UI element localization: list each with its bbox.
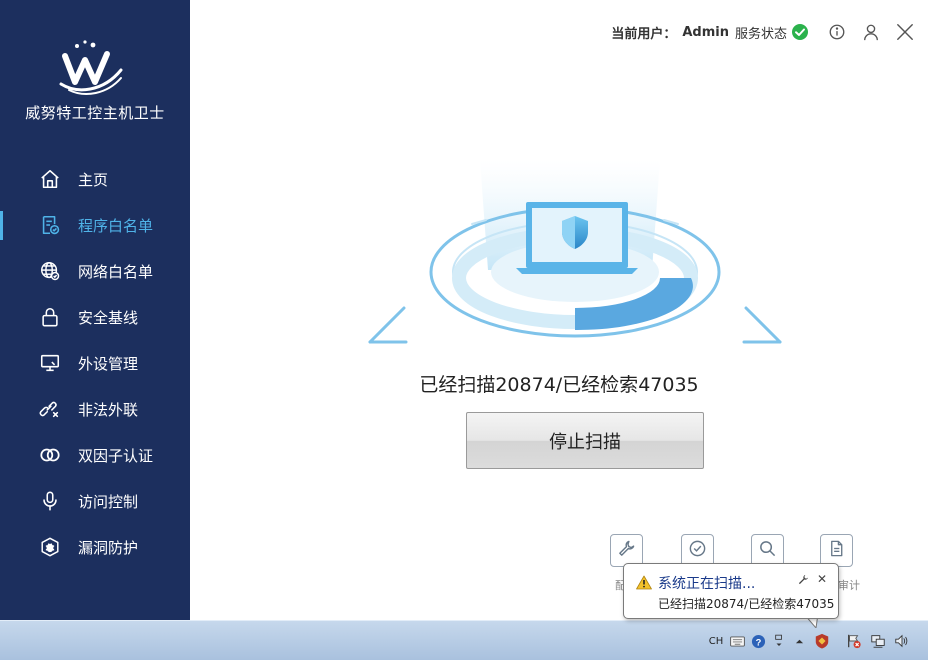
notification-close-icon[interactable]: ✕ [817, 572, 827, 586]
service-status-label: 服务状态 [734, 26, 787, 42]
notification-body: 已经扫描20874/已经检索47035 [658, 597, 835, 611]
sidebar-item-label: 程序白名单 [78, 216, 154, 235]
shield-bug-icon [38, 535, 62, 559]
app-window: 威努特工控主机卫士 主页 程序白名单 网络白名单 安全基线 外设管理 非法外联 … [0, 0, 928, 660]
warning-icon [636, 575, 652, 590]
top-bar: 当前用户： Admin 服务状态 [611, 20, 916, 44]
sidebar-item-vulnerability-protection[interactable]: 漏洞防护 [0, 524, 190, 570]
keyboard-icon[interactable] [729, 631, 745, 651]
sidebar-item-label: 非法外联 [78, 400, 139, 419]
check-circle-icon [688, 539, 707, 562]
notification-title: 系统正在扫描... [658, 576, 756, 592]
magnifier-icon [758, 539, 777, 562]
broken-link-icon [38, 397, 62, 421]
microphone-icon [38, 489, 62, 513]
brand-name: 威努特工控主机卫士 [25, 104, 165, 122]
app-tray-icon[interactable] [813, 631, 831, 651]
sidebar-nav: 主页 程序白名单 网络白名单 安全基线 外设管理 非法外联 双因子认证 访问控制… [0, 156, 190, 570]
notification-options-icon[interactable] [798, 574, 809, 585]
scan-illustration [368, 160, 782, 344]
taskbar: CH ? [0, 620, 928, 660]
sidebar-item-illegal-outreach[interactable]: 非法外联 [0, 386, 190, 432]
monitor-icon [38, 351, 62, 375]
sidebar-item-label: 安全基线 [78, 308, 139, 327]
sidebar-item-label: 访问控制 [78, 492, 139, 511]
sidebar-item-home[interactable]: 主页 [0, 156, 190, 202]
network-icon[interactable] [869, 631, 887, 651]
sidebar-item-label: 漏洞防护 [78, 538, 139, 557]
sidebar-item-access-control[interactable]: 访问控制 [0, 478, 190, 524]
double-ring-icon [38, 443, 62, 467]
sidebar-item-peripheral-management[interactable]: 外设管理 [0, 340, 190, 386]
sidebar-item-program-whitelist[interactable]: 程序白名单 [0, 202, 190, 248]
ime-options-icon[interactable] [773, 631, 785, 651]
current-user-name: Admin [682, 24, 729, 40]
logo-icon [59, 40, 123, 95]
sidebar-item-label: 外设管理 [78, 354, 139, 373]
language-label: CH [708, 635, 724, 647]
program-list-icon [38, 213, 62, 237]
sidebar-item-network-whitelist[interactable]: 网络白名单 [0, 248, 190, 294]
current-user-label: 当前用户： [611, 26, 677, 42]
sidebar-item-security-baseline[interactable]: 安全基线 [0, 294, 190, 340]
sidebar-item-label: 主页 [78, 170, 109, 189]
show-hidden-icons-icon[interactable] [793, 631, 805, 651]
scan-notification[interactable]: 系统正在扫描... 已经扫描20874/已经检索47035 ✕ [623, 563, 839, 619]
help-icon[interactable]: ? [750, 631, 766, 651]
info-icon[interactable] [826, 21, 848, 43]
globe-icon [38, 259, 62, 283]
close-icon[interactable] [894, 21, 916, 43]
scan-progress-text: 已经扫描20874/已经检索47035 [419, 374, 699, 396]
volume-icon[interactable] [893, 631, 911, 651]
audit-tool-label: 审计 [838, 579, 860, 592]
status-ok-icon [792, 24, 808, 40]
svg-text:?: ? [755, 637, 761, 647]
sidebar-item-two-factor-auth[interactable]: 双因子认证 [0, 432, 190, 478]
action-center-icon[interactable] [845, 631, 863, 651]
home-icon [38, 167, 62, 191]
document-icon [827, 539, 846, 562]
lock-icon [38, 305, 62, 329]
sidebar-item-label: 网络白名单 [78, 262, 154, 281]
sidebar: 威努特工控主机卫士 主页 程序白名单 网络白名单 安全基线 外设管理 非法外联 … [0, 0, 190, 620]
language-indicator[interactable]: CH [707, 631, 725, 651]
stop-scan-button[interactable]: 停止扫描 [466, 412, 704, 469]
sidebar-item-label: 双因子认证 [78, 446, 154, 465]
user-icon[interactable] [860, 21, 882, 43]
wrench-icon [617, 539, 636, 562]
